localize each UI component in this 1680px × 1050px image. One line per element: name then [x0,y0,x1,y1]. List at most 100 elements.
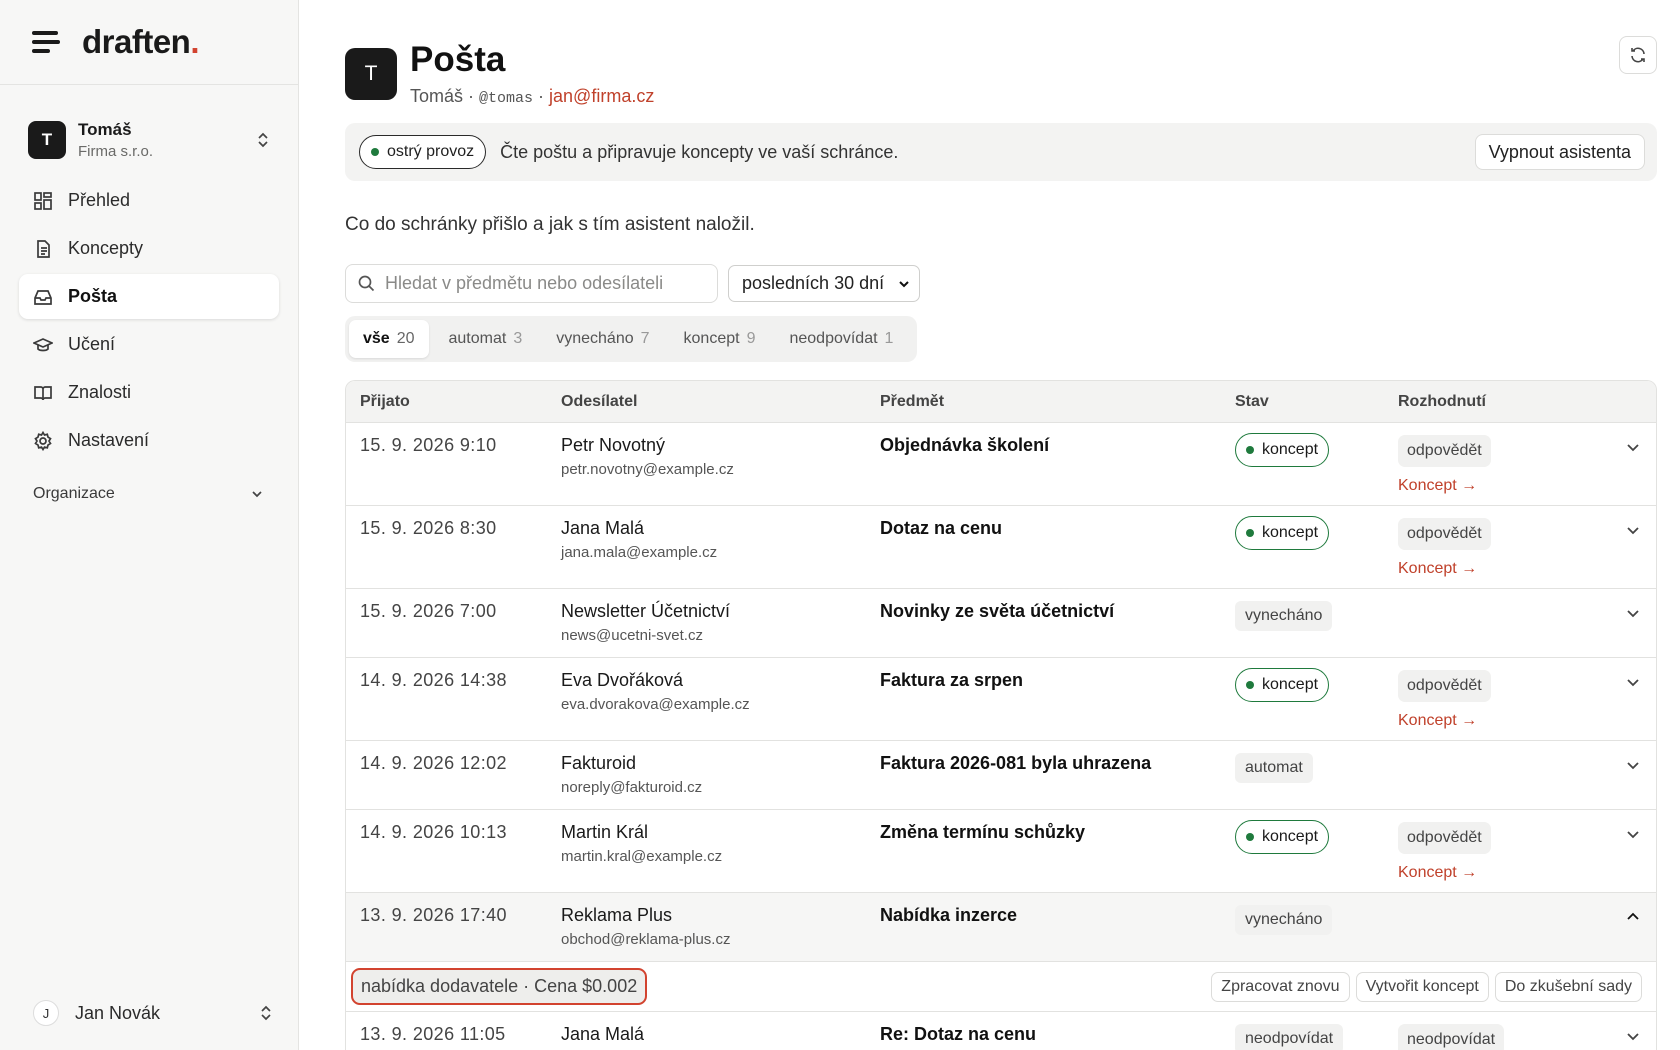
sidebar-item-nastaveni[interactable]: Nastavení [19,418,279,463]
table-row[interactable]: 13. 9. 2026 11:05 Jana Malá Re: Dotaz na c… [346,1012,1656,1050]
reprocess-button[interactable]: Zpracovat znovu [1211,971,1350,1002]
sender-email: obchod@reklama-plus.cz [561,931,731,948]
refresh-button[interactable] [1619,36,1657,74]
received-date: 14. 9. 2026 10:13 [360,822,507,842]
tab-count: 20 [396,330,415,347]
table-row[interactable]: 15. 9. 2026 9:10 Petr Novotný petr.novotny… [346,423,1656,506]
expand-toggle[interactable] [1610,905,1656,926]
decision-badge: odpovědět [1398,822,1491,854]
sender-email: martin.kral@example.cz [561,848,723,865]
tab-automat[interactable]: automat 3 [435,320,537,358]
disable-assistant-button[interactable]: Vypnout asistenta [1474,134,1645,170]
subject: Dotaz na cenu [880,518,1003,538]
expand-toggle[interactable] [1610,518,1656,539]
status-badge: koncept [1235,433,1330,467]
sidebar-item-posta[interactable]: Pošta [19,274,279,319]
tab-vynechano[interactable]: vynecháno 7 [542,320,663,358]
table-row[interactable]: 15. 9. 2026 7:00 Newsletter Účetnictví new… [346,589,1656,658]
chevron-updown-icon [261,1005,271,1021]
expand-toggle[interactable] [1610,435,1656,456]
page-title: Pošta [410,40,506,79]
tab-neodpovidat[interactable]: neodpovídat 1 [775,320,907,358]
open-draft-link[interactable]: Koncept → [1398,477,1610,495]
decision-badge: neodpovídat [1398,1024,1505,1050]
sidebar-item-uceni[interactable]: Učení [19,322,279,367]
sender-name: Newsletter Účetnictví [561,601,731,621]
account-handle: @tomas [479,90,534,107]
status-dot [1246,529,1254,537]
table-row[interactable]: 13. 9. 2026 17:40 Reklama Plus obchod@rekl… [346,893,1656,962]
user-menu[interactable]: J Jan Novák [33,1000,273,1026]
search-icon [358,275,375,292]
sidebar-item-label: Pošta [68,286,118,306]
org-company: Firma s.r.o. [78,143,154,160]
table-row[interactable]: 14. 9. 2026 12:02 Fakturoid noreply@faktur… [346,741,1656,810]
period-select[interactable]: posledních 30 dní [728,265,920,302]
expand-toggle[interactable] [1610,822,1656,843]
account-avatar: T [345,48,397,100]
assistant-banner: ostrý provoz Čte poštu a připravuje konc… [345,123,1657,181]
sender-email: eva.dvorakova@example.cz [561,696,750,713]
sender-name: Jana Malá [561,518,645,538]
status-badge: neodpovídat [1235,1024,1344,1050]
nav: Přehled Koncepty Pošta Učení Znalosti Na… [0,178,298,463]
chevron-down-icon [252,491,262,498]
chevron-down-icon [1627,762,1639,770]
chevron-down-icon [1627,444,1639,452]
sidebar-item-znalosti[interactable]: Znalosti [19,370,279,415]
search-box[interactable] [345,264,718,303]
sender-name: Fakturoid [561,753,637,773]
tab-koncept[interactable]: koncept 9 [670,320,770,358]
chevron-down-icon [1627,527,1639,535]
sender-name: Reklama Plus [561,905,673,925]
sidebar-item-label: Znalosti [68,382,132,402]
grid-icon [34,191,52,210]
sidebar-item-label: Koncepty [68,238,144,258]
chevron-up-icon [1627,912,1639,920]
org-section-toggle[interactable]: Organizace [0,479,298,509]
chevron-down-icon [1627,1033,1639,1041]
status-dot [1246,446,1254,454]
chevron-down-icon [899,280,909,287]
expand-toggle[interactable] [1610,601,1656,622]
open-draft-link[interactable]: Koncept → [1398,712,1610,730]
column-header: Rozhodnutí [1398,392,1486,410]
status-badge: koncept [1235,820,1330,854]
column-header: Stav [1235,392,1269,410]
org-name: Tomáš [78,120,132,139]
banner-text: Čte poštu a připravuje koncepty ve vaší … [500,141,899,162]
sender-email: petr.novotny@example.cz [561,461,734,478]
tab-vse[interactable]: vše 20 [349,320,429,358]
add-to-test-set-button[interactable]: Do zkušební sady [1494,971,1642,1002]
status-badge: vynecháno [1235,905,1333,935]
open-draft-link[interactable]: Koncept → [1398,864,1610,882]
expand-toggle[interactable] [1610,753,1656,774]
sidebar-item-label: Učení [68,334,116,354]
subject: Novinky ze světa účetnictví [880,601,1115,621]
main: T Pošta Tomáš · @tomas · jan@firma.cz os… [299,0,1680,1050]
subject: Změna termínu schůzky [880,822,1086,842]
subject: Faktura za srpen [880,670,1024,690]
period-select-value: posledních 30 dní [742,273,885,293]
received-date: 13. 9. 2026 17:40 [360,905,507,925]
table-row[interactable]: 14. 9. 2026 14:38 Eva Dvořáková eva.dvorak… [346,658,1656,741]
received-date: 13. 9. 2026 11:05 [360,1024,506,1044]
table-row[interactable]: 14. 9. 2026 10:13 Martin Král martin.kral@… [346,810,1656,893]
expand-toggle[interactable] [1610,670,1656,691]
expand-toggle[interactable] [1610,1024,1656,1045]
table-row[interactable]: 15. 9. 2026 8:30 Jana Malá jana.mala@examp… [346,506,1656,589]
subject: Objednávka školení [880,435,1050,455]
inbox-icon [34,289,52,305]
filters: posledních 30 dní [345,264,1657,303]
subject: Re: Dotaz na cenu [880,1024,1037,1044]
menu-icon[interactable] [32,31,60,53]
sidebar-item-prehled[interactable]: Přehled [19,178,279,223]
logo[interactable]: draften. [82,23,199,61]
search-input[interactable] [385,273,705,294]
received-date: 14. 9. 2026 14:38 [360,670,507,690]
create-draft-button[interactable]: Vytvořit koncept [1355,971,1489,1002]
account-email-link[interactable]: jan@firma.cz [549,86,654,106]
open-draft-link[interactable]: Koncept → [1398,560,1610,578]
org-switcher[interactable]: T Tomáš Firma s.r.o. [0,116,298,164]
sidebar-item-koncepty[interactable]: Koncepty [19,226,279,271]
